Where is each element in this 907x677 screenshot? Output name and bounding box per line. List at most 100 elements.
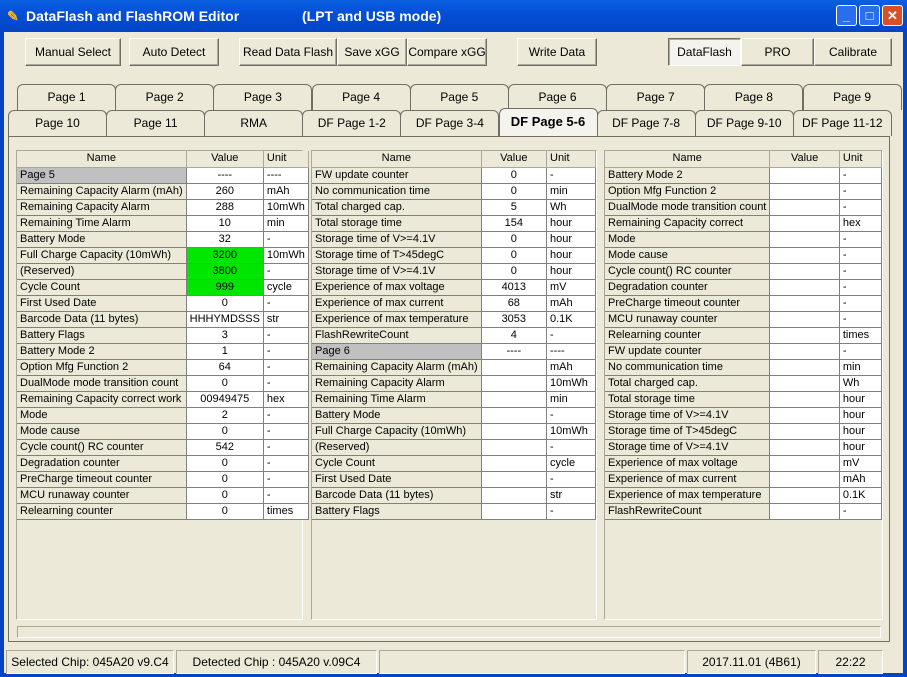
cell-value[interactable] [769, 263, 840, 280]
table-row[interactable]: First Used Date 0- [17, 295, 309, 312]
cell-value[interactable]: ---- [186, 167, 264, 184]
tab-page-6[interactable]: Page 6 [508, 84, 607, 110]
table-row[interactable]: Remaining Time Alarm 10 min [17, 215, 309, 232]
table-row[interactable]: MCU runaway counter - [605, 311, 883, 328]
save-xgg-button[interactable]: Save xGG [337, 38, 407, 66]
cell-value[interactable] [481, 407, 548, 424]
table-row[interactable]: Experience of max temperature 3053 0.1K [312, 311, 596, 328]
cell-value[interactable] [769, 327, 840, 344]
tab-page-5[interactable]: Page 5 [409, 84, 509, 110]
cell-value[interactable]: 0 [481, 231, 548, 248]
table-row[interactable]: Total storage time 154 hour [312, 215, 596, 232]
cell-value[interactable] [769, 391, 840, 408]
column-header-name[interactable]: Name [17, 151, 187, 168]
cell-value[interactable] [769, 439, 840, 456]
table-row[interactable]: Mode cause - [605, 247, 883, 264]
cell-value[interactable] [769, 311, 840, 328]
table-row[interactable]: Cycle count() RC counter 542- [17, 439, 309, 456]
table-row[interactable]: Storage time of T>45degC hour [605, 423, 883, 440]
table-row[interactable]: No communication time 0 min [312, 183, 596, 200]
cell-value[interactable]: 999 [186, 279, 264, 296]
tab-page-11[interactable]: Page 11 [106, 110, 206, 136]
table-row[interactable]: Remaining Capacity Alarm 288 10mWh [17, 199, 309, 216]
tab-df-page-1-2[interactable]: DF Page 1-2 [302, 110, 402, 136]
table-row[interactable]: Remaining Capacity Alarm (mAh) mAh [312, 359, 596, 376]
column-header-value[interactable]: Value [481, 151, 548, 168]
table-row[interactable]: Degradation counter - [605, 279, 883, 296]
cell-value[interactable] [769, 231, 840, 248]
table-row[interactable]: Remaining Time Alarm min [312, 391, 596, 408]
table-row[interactable]: Barcode Data (11 bytes) str [312, 487, 596, 504]
cell-value[interactable] [769, 279, 840, 296]
table-row[interactable]: Degradation counter 0- [17, 455, 309, 472]
table-row[interactable]: Barcode Data (11 bytes) HHHYMDSSS str [17, 311, 309, 328]
table-row[interactable]: Storage time of V>=4.1V 0 hour [312, 263, 596, 280]
table-row[interactable]: Battery Mode - [312, 407, 596, 424]
cell-value[interactable]: 0 [186, 487, 264, 504]
tab-df-page-5-6[interactable]: DF Page 5-6 [498, 108, 598, 136]
table-row[interactable]: Storage time of T>45degC 0 hour [312, 247, 596, 264]
table-row[interactable]: Total charged cap. Wh [605, 375, 883, 392]
table-row[interactable]: Full Charge Capacity (10mWh) 10mWh [312, 423, 596, 440]
cell-value[interactable]: 4 [481, 327, 548, 344]
cell-value[interactable] [481, 471, 548, 488]
compare-xgg-button[interactable]: Compare xGG [407, 38, 487, 66]
table-row[interactable]: Total charged cap. 5 Wh [312, 199, 596, 216]
table-row[interactable]: Cycle count() RC counter - [605, 263, 883, 280]
table-row[interactable]: DualMode mode transition count - [605, 199, 883, 216]
table-row[interactable]: (Reserved) - [312, 439, 596, 456]
data-grid-1[interactable]: Name Value Unit Page 5 ---- ---- Remaining Cap… [16, 150, 309, 620]
cell-value[interactable] [769, 343, 840, 360]
cell-value[interactable]: 32 [186, 231, 264, 248]
maximize-button[interactable]: □ [859, 5, 880, 26]
write-data-button[interactable]: Write Data [517, 38, 597, 66]
table-row[interactable]: Mode cause 0- [17, 423, 309, 440]
cell-value[interactable]: 288 [186, 199, 264, 216]
cell-value[interactable] [769, 407, 840, 424]
table-row[interactable]: Total storage time hour [605, 391, 883, 408]
table-row[interactable]: Remaining Capacity correct work 00949475 h… [17, 391, 309, 408]
cell-value[interactable]: 64 [186, 359, 264, 376]
table-row[interactable]: Option Mfg Function 2 - [605, 183, 883, 200]
cell-value[interactable] [769, 487, 840, 504]
table-row[interactable]: Page 6 ---- ---- [312, 343, 596, 360]
cell-value[interactable]: 154 [481, 215, 548, 232]
cell-value[interactable] [769, 247, 840, 264]
dataflash-mode-button[interactable]: DataFlash [668, 38, 741, 66]
cell-value[interactable] [769, 215, 840, 232]
cell-value[interactable] [481, 375, 548, 392]
cell-value[interactable]: 0 [186, 295, 264, 312]
cell-value[interactable]: 0 [186, 503, 264, 520]
table-row[interactable]: Battery Mode 2 - [605, 167, 883, 184]
table-row[interactable]: Cycle Count cycle [312, 455, 596, 472]
cell-value[interactable]: 0 [481, 247, 548, 264]
cell-value[interactable]: 00949475 [186, 391, 264, 408]
table-row[interactable]: No communication time min [605, 359, 883, 376]
cell-value[interactable]: 3 [186, 327, 264, 344]
tab-page-8[interactable]: Page 8 [704, 84, 804, 110]
cell-value[interactable]: 260 [186, 183, 264, 200]
cell-value[interactable]: 3053 [481, 311, 548, 328]
table-row[interactable]: PreCharge timeout counter - [605, 295, 883, 312]
tab-df-page-11-12[interactable]: DF Page 11-12 [792, 110, 892, 136]
tab-page-9[interactable]: Page 9 [802, 84, 902, 110]
table-row[interactable]: Cycle Count 999 cycle [17, 279, 309, 296]
cell-value[interactable] [481, 455, 548, 472]
tab-page-4[interactable]: Page 4 [311, 84, 411, 110]
table-row[interactable]: PreCharge timeout counter 0- [17, 471, 309, 488]
table-row[interactable]: (Reserved) 3800- [17, 263, 309, 280]
column-header-unit[interactable]: Unit [546, 151, 596, 168]
cell-value[interactable] [769, 503, 840, 520]
cell-value[interactable]: 0 [186, 471, 264, 488]
tab-df-page-3-4[interactable]: DF Page 3-4 [400, 110, 500, 136]
cell-value[interactable]: 1 [186, 343, 264, 360]
table-row[interactable]: Battery Mode 21- [17, 343, 309, 360]
data-grid-2[interactable]: Name Value Unit FW update counter 0- No commu… [311, 150, 597, 620]
cell-value[interactable]: 0 [481, 263, 548, 280]
tab-page-1[interactable]: Page 1 [17, 84, 116, 110]
table-row[interactable]: Remaining Capacity correct hex [605, 215, 883, 232]
cell-value[interactable] [481, 391, 548, 408]
column-header-unit[interactable]: Unit [839, 151, 883, 168]
tab-page-3[interactable]: Page 3 [213, 84, 313, 110]
calibrate-button[interactable]: Calibrate [814, 38, 892, 66]
